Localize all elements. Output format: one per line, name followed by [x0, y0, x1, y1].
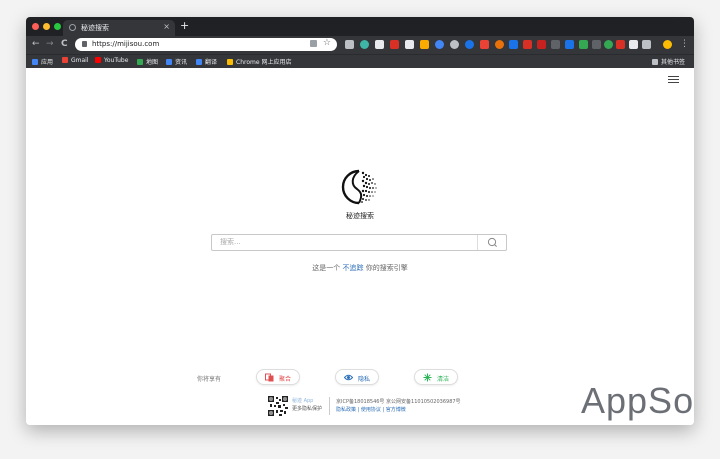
youtube-icon	[95, 57, 101, 63]
minimize-window-button[interactable]	[43, 23, 50, 30]
address-bar[interactable]: https://mijisou.com ☆	[75, 38, 337, 51]
extension-3-icon[interactable]	[375, 40, 384, 49]
bookmarks-bar: 应用 Gmail YouTube 地图 资讯 翻译 Chrome 网上应用店 其…	[26, 54, 694, 69]
extension-1-icon[interactable]	[345, 40, 354, 49]
search-input[interactable]	[220, 238, 470, 246]
extension-22-icon[interactable]	[642, 40, 651, 49]
enjoy-label: 你将享有	[197, 376, 222, 383]
other-bookmarks[interactable]: 其他书签	[652, 57, 685, 66]
extension-21-icon[interactable]	[629, 40, 638, 49]
toolbar: ← → C https://mijisou.com ☆ ⋮	[26, 36, 694, 54]
translate-icon	[196, 59, 202, 65]
extension-10-icon[interactable]	[480, 40, 489, 49]
gmail-icon	[62, 57, 68, 63]
folder-icon	[652, 59, 658, 65]
extension-6-icon[interactable]	[420, 40, 429, 49]
bookmark-translate[interactable]: 翻译	[196, 57, 217, 66]
tab-mijisou[interactable]: 秘迹搜索 ×	[63, 20, 175, 36]
back-button[interactable]: ←	[32, 39, 40, 49]
footer-links[interactable]: 隐私政策 | 使用协议 | 官方博微	[336, 406, 406, 413]
bookmark-star-icon[interactable]: ☆	[323, 38, 331, 48]
extension-8-icon[interactable]	[450, 40, 459, 49]
appso-watermark: AppSo	[581, 380, 695, 421]
feature-clean-button[interactable]: 清洁	[414, 369, 458, 385]
zoom-window-button[interactable]	[54, 23, 61, 30]
app-subtitle: 更多隐私保护	[292, 406, 323, 412]
close-window-button[interactable]	[32, 23, 39, 30]
new-tab-button[interactable]: +	[180, 19, 189, 32]
extension-12-icon[interactable]	[509, 40, 518, 49]
maps-icon	[137, 59, 143, 65]
translate-icon[interactable]	[310, 40, 317, 47]
forward-button[interactable]: →	[46, 39, 54, 49]
qr-code-icon	[268, 396, 288, 416]
aggregate-icon	[265, 373, 274, 382]
tab-strip: 秘迹搜索 × +	[26, 17, 694, 36]
feature-label: 隐私	[358, 376, 371, 383]
reload-button[interactable]: C	[61, 39, 68, 49]
search-box	[211, 234, 507, 251]
extension-7-icon[interactable]	[435, 40, 444, 49]
sparkle-icon	[423, 373, 432, 382]
feature-label: 聚合	[279, 376, 292, 383]
bookmark-apps[interactable]: 应用	[32, 57, 53, 66]
no-tracking-link[interactable]: 不追踪	[343, 264, 364, 272]
footer-divider	[329, 397, 330, 415]
extension-18-icon[interactable]	[592, 40, 601, 49]
eye-icon	[344, 374, 353, 381]
extension-16-icon[interactable]	[565, 40, 574, 49]
bookmark-webstore[interactable]: Chrome 网上应用店	[227, 57, 291, 66]
extension-11-icon[interactable]	[495, 40, 504, 49]
app-label[interactable]: 秘迹 App	[292, 397, 313, 404]
feature-label: 清洁	[437, 376, 450, 383]
webstore-icon	[227, 59, 233, 65]
extension-14-icon[interactable]	[537, 40, 546, 49]
tab-close-icon[interactable]: ×	[163, 22, 170, 31]
tagline: 这是一个 不追踪 你的搜索引擎	[26, 263, 694, 273]
news-icon	[166, 59, 172, 65]
browser-window: 秘迹搜索 × + ← → C https://mijisou.com ☆ ⋮ 应…	[26, 17, 694, 425]
extension-17-icon[interactable]	[579, 40, 588, 49]
tab-favicon-icon	[69, 24, 76, 31]
bookmark-youtube[interactable]: YouTube	[95, 57, 128, 64]
mijisou-logo-icon	[341, 169, 377, 205]
browser-chrome: 秘迹搜索 × + ← → C https://mijisou.com ☆ ⋮ 应…	[26, 17, 694, 69]
extension-20-icon[interactable]	[616, 40, 625, 49]
bookmark-gmail[interactable]: Gmail	[62, 57, 89, 64]
icp-license: 京ICP备18018546号 京公网安备11010502036987号	[336, 399, 461, 405]
profile-avatar[interactable]	[663, 40, 672, 49]
search-icon[interactable]	[478, 235, 507, 250]
tagline-suffix: 你的搜索引擎	[365, 264, 408, 272]
apps-grid-icon	[32, 59, 38, 65]
extension-19-icon[interactable]	[604, 40, 613, 49]
extension-2-icon[interactable]	[360, 40, 369, 49]
extension-9-icon[interactable]	[465, 40, 474, 49]
hamburger-menu-icon[interactable]	[668, 76, 679, 85]
tab-title: 秘迹搜索	[81, 24, 109, 32]
logo-text: 秘迹搜索	[346, 212, 374, 220]
extension-15-icon[interactable]	[551, 40, 560, 49]
lock-icon	[82, 41, 87, 47]
address-url[interactable]: https://mijisou.com	[92, 40, 159, 48]
page-content: 秘迹搜索 这是一个 不追踪 你的搜索引擎 你将享有 聚合	[26, 68, 694, 425]
extension-5-icon[interactable]	[405, 40, 414, 49]
kebab-menu-icon[interactable]: ⋮	[680, 39, 689, 49]
extension-4-icon[interactable]	[390, 40, 399, 49]
tagline-prefix: 这是一个	[312, 264, 341, 272]
bookmark-news[interactable]: 资讯	[166, 57, 187, 66]
extension-13-icon[interactable]	[523, 40, 532, 49]
bookmark-maps[interactable]: 地图	[137, 57, 158, 66]
feature-aggregate-button[interactable]: 聚合	[256, 369, 300, 385]
feature-privacy-button[interactable]: 隐私	[335, 369, 379, 385]
